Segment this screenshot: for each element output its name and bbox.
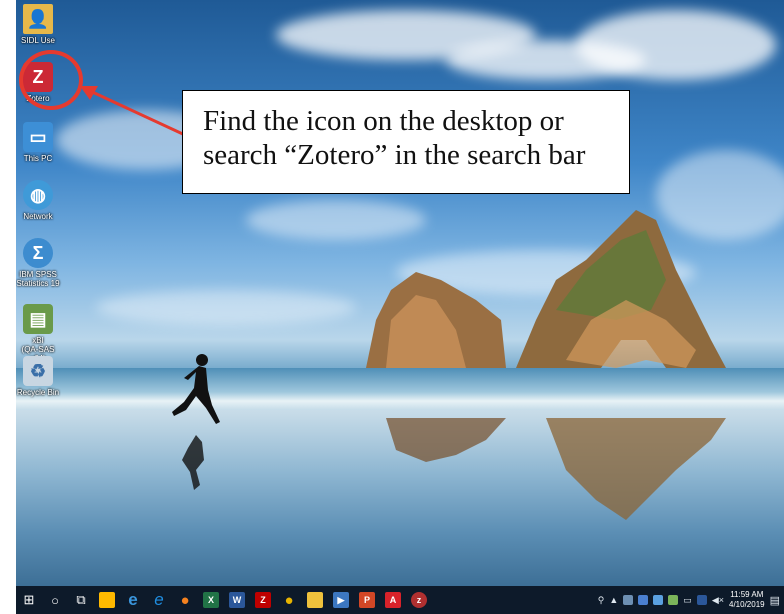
zotero-highlight-circle (19, 50, 83, 110)
powerpoint-app[interactable]: P (354, 586, 380, 614)
media-app[interactable]: ▶ (328, 586, 354, 614)
acrobat-app[interactable]: A (380, 586, 406, 614)
edge-icon: e (128, 590, 138, 609)
tray-app-icon[interactable] (668, 595, 679, 605)
word-app[interactable]: W (224, 586, 250, 614)
task-view-button[interactable]: ⧉ (68, 586, 94, 614)
task-view-icon: ⧉ (76, 592, 86, 607)
powerpoint-icon: P (359, 592, 375, 608)
excel-icon: X (203, 592, 219, 608)
desktop-icon-label: SIDL Use (21, 36, 55, 45)
store-icon (99, 592, 115, 608)
zotero-taskbar-app[interactable]: z (406, 586, 432, 614)
desktop-icon-label: Recycle Bin (16, 388, 60, 397)
desktop-icon-label: This PC (23, 154, 53, 163)
desktop-icon-xbi[interactable]: ▤ xBI (QA-SAS x64) (16, 304, 63, 363)
search-icon: ○ (51, 592, 59, 608)
cloud (576, 10, 776, 80)
start-button[interactable]: ⊞ (16, 586, 42, 614)
ie-app[interactable]: e (146, 586, 172, 614)
filezilla-icon: Z (255, 592, 271, 608)
filezilla-app[interactable]: Z (250, 586, 276, 614)
excel-app[interactable]: X (198, 586, 224, 614)
search-button[interactable]: ○ (42, 586, 68, 614)
spss-icon: Σ (23, 238, 53, 268)
clock-date: 4/10/2019 (729, 600, 765, 609)
show-hidden-icons-chevron-icon[interactable]: ▲ (609, 595, 618, 605)
callout-line-2: search “Zotero” in the search bar (203, 139, 586, 171)
clock-time: 11:59 AM (730, 590, 764, 599)
desktop-icon-this-pc[interactable]: ▭ This PC (16, 122, 63, 163)
taskbar: ⊞ ○ ⧉ e e ● X W Z ● ▶ P A z ⚲ ▲ ▭ ◀× 11:… (16, 586, 784, 614)
desktop-icon-network[interactable]: ◍ Network (16, 180, 63, 221)
volume-icon[interactable]: ◀× (712, 595, 724, 606)
media-icon: ▶ (333, 592, 349, 608)
tray-app-icon[interactable] (696, 595, 707, 605)
recycle-bin-icon: ♻ (23, 356, 53, 386)
tray-app-icon[interactable] (623, 595, 634, 605)
computer-icon: ▭ (23, 122, 53, 152)
word-icon: W (229, 592, 245, 608)
folder-icon (307, 592, 323, 608)
network-tray-icon[interactable]: ▭ (683, 595, 692, 606)
clock[interactable]: 11:59 AM 4/10/2019 (729, 590, 765, 610)
desktop-icon-label: IBM SPSS Statistics 19 (16, 270, 60, 288)
instruction-callout: Find the icon on the desktop or search “… (182, 90, 630, 194)
chrome-app[interactable]: ● (276, 586, 302, 614)
desktop-icon-recycle-bin[interactable]: ♻ Recycle Bin (16, 356, 63, 397)
rock-formations (366, 210, 726, 520)
desktop-icon-user-folder[interactable]: 👤 SIDL Use (16, 4, 63, 45)
tray-app-icon[interactable] (638, 595, 649, 605)
tray-app-icon[interactable] (653, 595, 664, 605)
network-icon: ◍ (23, 180, 53, 210)
cloud (96, 290, 356, 325)
notification-icon[interactable]: ▤ (770, 594, 780, 607)
app-shortcut-icon: ▤ (23, 304, 53, 334)
desktop-icon-spss[interactable]: Σ IBM SPSS Statistics 19 (16, 238, 63, 288)
chrome-icon: ● (284, 591, 294, 609)
acrobat-icon: A (385, 592, 401, 608)
internet-explorer-icon: e (154, 590, 164, 609)
firefox-icon: ● (180, 591, 190, 609)
desktop-icon-label: Network (23, 212, 53, 221)
firefox-app[interactable]: ● (172, 586, 198, 614)
user-folder-icon: 👤 (23, 4, 53, 34)
runner-silhouette (172, 354, 220, 490)
edge-app[interactable]: e (120, 586, 146, 614)
windows-icon: ⊞ (23, 592, 35, 607)
store-app[interactable] (94, 586, 120, 614)
system-tray: ⚲ ▲ ▭ ◀× 11:59 AM 4/10/2019 ▤ (598, 586, 780, 614)
zotero-taskbar-icon: z (411, 592, 427, 608)
file-explorer-app[interactable] (302, 586, 328, 614)
desktop-background: 👤 SIDL Use Z Zotero ▭ This PC ◍ Network … (16, 0, 784, 586)
people-icon[interactable]: ⚲ (598, 595, 605, 606)
callout-line-1: Find the icon on the desktop or (203, 105, 564, 137)
